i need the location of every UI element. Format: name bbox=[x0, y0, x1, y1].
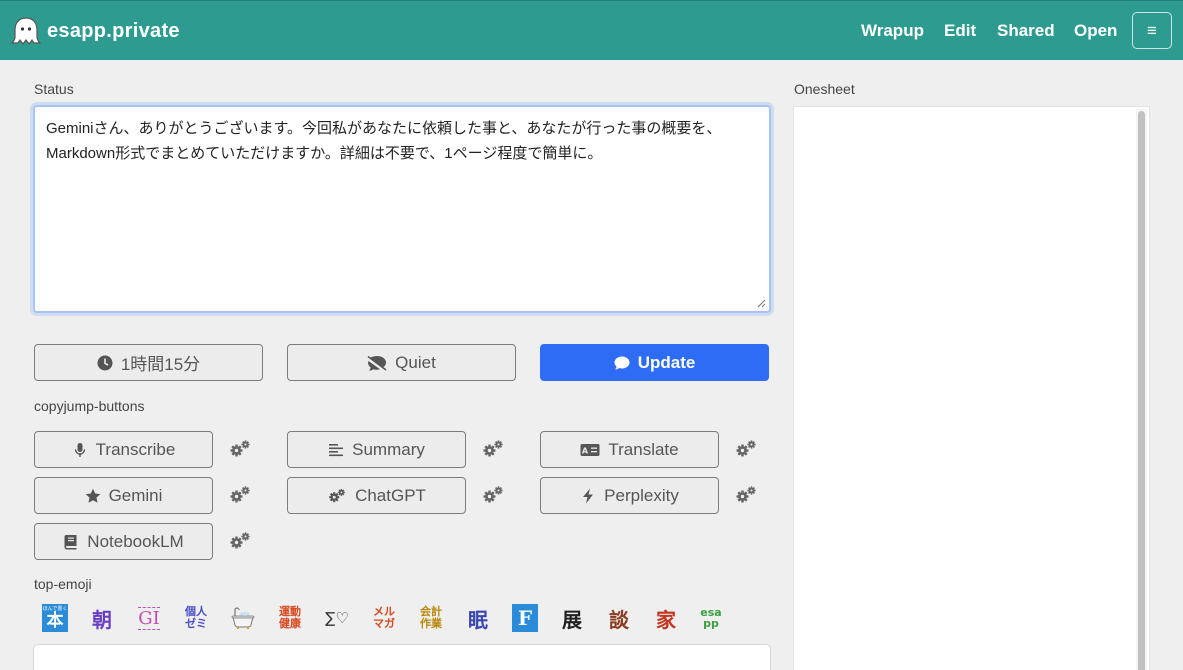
summary-label: Summary bbox=[352, 439, 425, 459]
quiet-label: Quiet bbox=[395, 352, 436, 372]
update-button[interactable]: Update bbox=[540, 344, 769, 381]
gears-icon bbox=[329, 488, 345, 502]
translate-button[interactable]: A Translate bbox=[540, 431, 719, 468]
esapp-emoji-bottom: pp bbox=[703, 617, 719, 630]
kojin-emoji-bottom: ゼミ bbox=[185, 617, 207, 630]
comment-slash-icon bbox=[367, 355, 387, 371]
bottom-panel bbox=[33, 644, 771, 670]
language-icon: A bbox=[580, 443, 600, 456]
perplexity-label: Perplexity bbox=[604, 485, 679, 505]
brand-name: esapp.private bbox=[47, 19, 180, 42]
f-emoji-text: F bbox=[517, 606, 533, 630]
gemini-button[interactable]: Gemini bbox=[34, 477, 213, 514]
f-emoji[interactable]: F bbox=[512, 604, 538, 632]
undou-kenkou-emoji[interactable]: 運動 健康 bbox=[277, 604, 303, 632]
ie-emoji-text: 家 bbox=[656, 607, 676, 632]
hamburger-icon: ≡ bbox=[1147, 20, 1157, 40]
chatgpt-settings-gear-icon[interactable] bbox=[482, 485, 504, 505]
notebooklm-label: NotebookLM bbox=[87, 531, 184, 551]
onesheet-scrollbar[interactable] bbox=[1136, 109, 1147, 670]
menu-toggle-button[interactable]: ≡ bbox=[1132, 12, 1172, 49]
sigma-heart-emoji[interactable]: ∑♡ bbox=[324, 604, 350, 632]
onesheet-panel[interactable] bbox=[793, 106, 1150, 670]
gemini-settings-gear-icon[interactable] bbox=[229, 485, 251, 505]
time-label: 1時間15分 bbox=[120, 355, 201, 374]
svg-text:A: A bbox=[582, 446, 589, 455]
nav-wrapup[interactable]: Wrapup bbox=[861, 21, 924, 41]
esapp-emoji[interactable]: esa pp bbox=[698, 604, 724, 632]
update-label: Update bbox=[637, 352, 696, 372]
align-left-icon bbox=[329, 443, 344, 456]
brand[interactable]: esapp.private bbox=[10, 15, 180, 47]
perplexity-settings-gear-icon[interactable] bbox=[735, 485, 757, 505]
top-emoji-label: top-emoji bbox=[34, 576, 92, 592]
gemini-label: Gemini bbox=[108, 485, 163, 505]
sigma-heart-text: ∑♡ bbox=[325, 609, 349, 627]
comment-icon bbox=[614, 356, 630, 369]
bolt-icon bbox=[583, 488, 594, 503]
microphone-icon bbox=[74, 442, 85, 457]
kojin-zemi-emoji[interactable]: 個人 ゼミ bbox=[183, 604, 209, 632]
transcribe-settings-gear-icon[interactable] bbox=[229, 439, 251, 459]
bathtub-icon bbox=[231, 607, 255, 629]
navbar: esapp.private Wrapup Edit Shared Open ≡ bbox=[0, 0, 1183, 60]
nemuri-emoji[interactable]: 眠 bbox=[465, 604, 491, 632]
transcribe-label: Transcribe bbox=[95, 439, 176, 459]
nemuri-emoji-text: 眠 bbox=[468, 607, 488, 632]
nav-edit[interactable]: Edit bbox=[944, 21, 976, 41]
star-icon bbox=[85, 488, 100, 503]
time-button[interactable]: 1時間15分 bbox=[34, 344, 263, 381]
nav-open[interactable]: Open bbox=[1074, 21, 1117, 41]
undou-emoji-bottom: 健康 bbox=[279, 617, 301, 630]
kaikei-sagyou-emoji[interactable]: 会計 作業 bbox=[418, 604, 444, 632]
resize-grip-icon[interactable] bbox=[757, 299, 766, 308]
chatgpt-button[interactable]: ChatGPT bbox=[287, 477, 466, 514]
ghost-logo-icon bbox=[10, 17, 42, 45]
bathtub-emoji[interactable] bbox=[230, 604, 256, 632]
nav-shared[interactable]: Shared bbox=[997, 21, 1055, 41]
dan-emoji[interactable]: 談 bbox=[606, 604, 632, 632]
kaikei-emoji-bottom: 作業 bbox=[420, 617, 442, 630]
status-text: Geminiさん、ありがとうございます。今回私があなたに依頼した事と、あなたが行… bbox=[46, 120, 722, 162]
ten-emoji-text: 展 bbox=[562, 607, 582, 632]
translate-settings-gear-icon[interactable] bbox=[735, 439, 757, 459]
asa-emoji-text: 朝 bbox=[92, 607, 112, 632]
copyjump-label: copyjump-buttons bbox=[34, 398, 145, 414]
status-textarea[interactable]: Geminiさん、ありがとうございます。今回私があなたに依頼した事と、あなたが行… bbox=[33, 105, 771, 313]
notebooklm-button[interactable]: NotebookLM bbox=[34, 523, 213, 560]
hon-emoji-text: 本 bbox=[46, 611, 64, 631]
translate-label: Translate bbox=[608, 439, 679, 459]
notebooklm-settings-gear-icon[interactable] bbox=[229, 531, 251, 551]
merumaga-emoji-bottom: マガ bbox=[373, 617, 395, 630]
hon-emoji[interactable]: ほんで書く 本 bbox=[42, 604, 68, 632]
asa-emoji[interactable]: 朝 bbox=[89, 604, 115, 632]
perplexity-button[interactable]: Perplexity bbox=[540, 477, 719, 514]
quiet-button[interactable]: Quiet bbox=[287, 344, 516, 381]
gi-emoji-text: GI bbox=[138, 606, 160, 630]
ie-emoji[interactable]: 家 bbox=[653, 604, 679, 632]
book-icon bbox=[64, 534, 77, 549]
onesheet-scroll-thumb[interactable] bbox=[1138, 111, 1145, 670]
clock-icon bbox=[97, 355, 113, 370]
gi-emoji[interactable]: GI bbox=[136, 604, 162, 632]
ten-emoji[interactable]: 展 bbox=[559, 604, 585, 632]
transcribe-button[interactable]: Transcribe bbox=[34, 431, 213, 468]
status-label: Status bbox=[34, 81, 74, 97]
onesheet-label: Onesheet bbox=[794, 81, 855, 97]
summary-button[interactable]: Summary bbox=[287, 431, 466, 468]
chatgpt-label: ChatGPT bbox=[355, 485, 426, 505]
dan-emoji-text: 談 bbox=[609, 607, 629, 632]
merumaga-emoji[interactable]: メル マガ bbox=[371, 604, 397, 632]
summary-settings-gear-icon[interactable] bbox=[482, 439, 504, 459]
